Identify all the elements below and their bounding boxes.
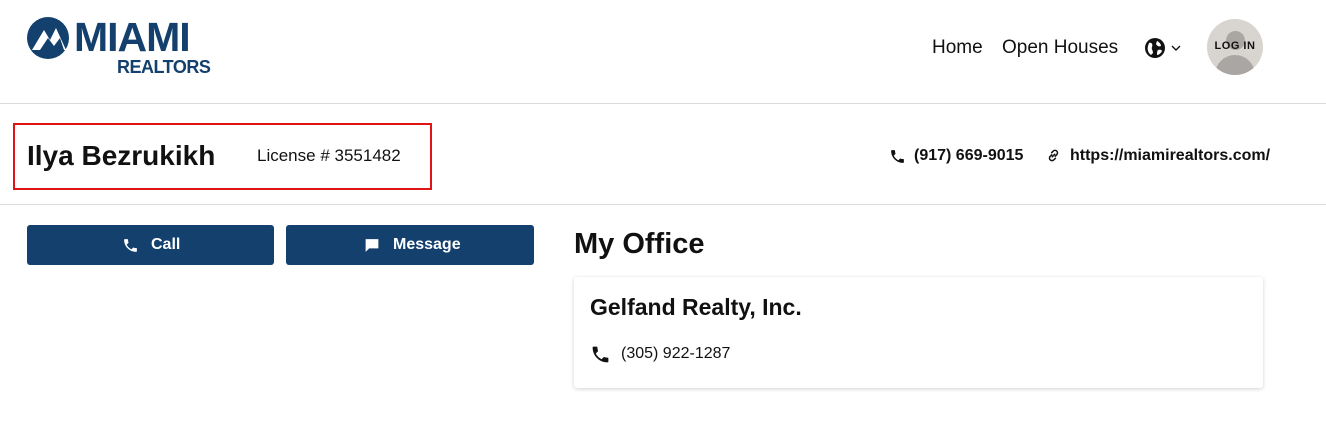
call-button[interactable]: Call	[27, 225, 274, 265]
message-button[interactable]: Message	[286, 225, 534, 265]
logo-mark-icon	[27, 17, 69, 59]
agent-website-text: https://miamirealtors.com/	[1070, 147, 1271, 164]
nav-open-houses-link[interactable]: Open Houses	[1002, 36, 1118, 60]
agent-phone-text: (917) 669-9015	[914, 147, 1024, 164]
globe-icon	[1145, 38, 1165, 58]
nav-home-link[interactable]: Home	[932, 36, 983, 60]
office-card: Gelfand Realty, Inc. (305) 922-1287	[574, 277, 1263, 388]
phone-icon	[592, 346, 609, 363]
chevron-down-icon	[1171, 45, 1181, 51]
link-icon	[1048, 149, 1059, 162]
office-phone-text: (305) 922-1287	[621, 345, 731, 362]
logo-sub-text: REALTORS	[117, 57, 211, 77]
agent-license: License # 3551482	[257, 146, 401, 165]
login-avatar-button[interactable]: LOG IN	[1207, 19, 1263, 75]
agent-info-bar: Ilya Bezrukikh License # 3551482 (917) 6…	[0, 104, 1326, 205]
agent-name: Ilya Bezrukikh	[27, 140, 216, 171]
office-name: Gelfand Realty, Inc.	[590, 294, 802, 320]
login-label: LOG IN	[1214, 40, 1256, 52]
message-button-label: Message	[393, 236, 461, 253]
chat-bubble-icon	[365, 238, 379, 252]
language-selector[interactable]	[1144, 37, 1184, 59]
avatar-body-shape	[1215, 55, 1255, 75]
call-button-label: Call	[151, 236, 181, 253]
office-section-title: My Office	[574, 228, 705, 260]
miami-realtors-logo[interactable]: MIAMI REALTORS	[26, 14, 211, 78]
phone-icon	[124, 238, 137, 252]
site-header: MIAMI REALTORS Home Open Houses LOG IN	[0, 0, 1326, 104]
phone-icon	[891, 150, 904, 163]
logo-brand-text: MIAMI	[74, 14, 191, 60]
